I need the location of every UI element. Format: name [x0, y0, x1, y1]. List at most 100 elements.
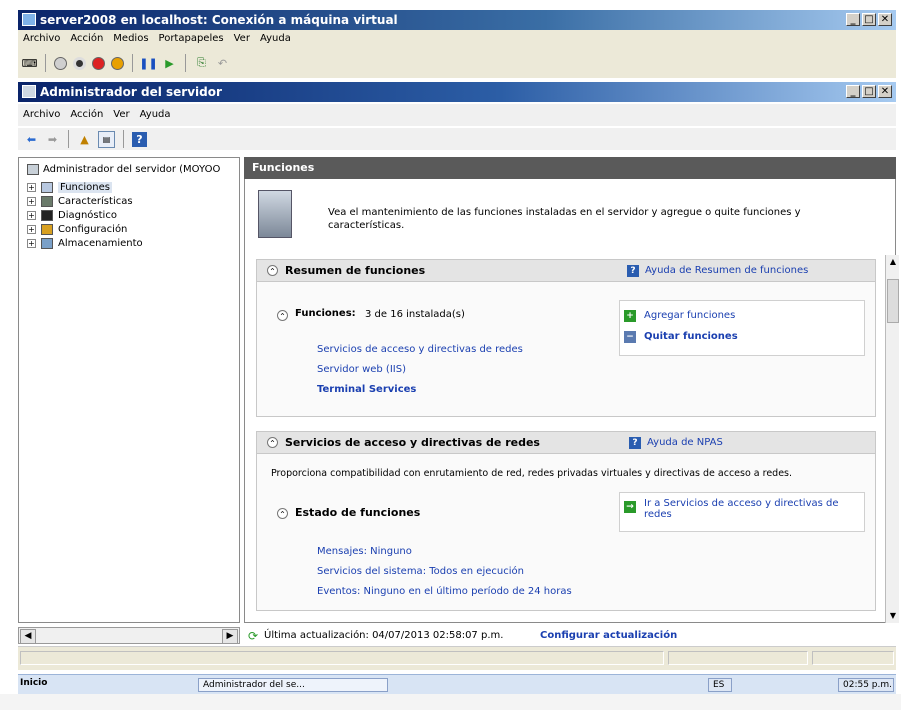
resume-icon[interactable]: ▶ — [162, 56, 177, 71]
language-indicator[interactable]: ES — [708, 678, 732, 692]
collapse-chevron-icon[interactable]: ⌃ — [267, 265, 278, 276]
roles-count-value: 3 de 16 instalada(s) — [365, 309, 465, 320]
toolbar-separator — [123, 130, 124, 148]
tree-item-diagnostico[interactable]: + Diagnóstico — [27, 210, 117, 221]
roles-count-label: Funciones: — [295, 308, 356, 319]
roles-summary-panel: ⌃ Resumen de funciones ? Ayuda de Resume… — [256, 259, 876, 417]
role-link-iis[interactable]: Servidor web (IIS) — [317, 364, 406, 375]
tree-item-caracteristicas[interactable]: + Características — [27, 196, 133, 207]
role-link-terminal-services[interactable]: Terminal Services — [317, 384, 416, 395]
toolbar-separator — [45, 54, 46, 72]
toolbar-separator — [185, 54, 186, 72]
server-icon — [27, 164, 39, 175]
scroll-up-icon[interactable]: ▲ — [887, 256, 899, 268]
roles-summary-help-link[interactable]: Ayuda de Resumen de funciones — [645, 265, 808, 276]
storage-icon — [41, 238, 53, 249]
scroll-right-icon[interactable]: ▶ — [222, 629, 238, 644]
intro-section: Vea el mantenimiento de las funciones in… — [258, 190, 878, 244]
tree-root-label: Administrador del servidor (MOYOO — [43, 164, 221, 175]
turn-off-icon[interactable] — [73, 56, 86, 70]
sm-menu-ver[interactable]: Ver — [108, 104, 134, 126]
roles-summary-header: ⌃ Resumen de funciones ? Ayuda de Resume… — [257, 260, 875, 282]
goto-npas-link[interactable]: Ir a Servicios de acceso y directivas de… — [644, 498, 854, 520]
configure-refresh-link[interactable]: Configurar actualización — [540, 630, 677, 641]
sm-menu-accion[interactable]: Acción — [65, 104, 108, 126]
toolbar-separator — [68, 130, 69, 148]
sm-minimize-button[interactable]: _ — [846, 85, 860, 98]
events-status-link[interactable]: Eventos: Ninguno en el último período de… — [317, 586, 572, 597]
back-arrow-icon[interactable]: ⬅ — [24, 132, 39, 147]
vm-minimize-button[interactable]: _ — [846, 13, 860, 26]
expand-toggle[interactable]: + — [27, 225, 36, 234]
npas-help-link[interactable]: Ayuda de NPAS — [647, 437, 723, 448]
server-manager-icon — [22, 85, 36, 98]
pause-icon[interactable]: ❚❚ — [139, 56, 157, 71]
server-manager-title: Administrador del servidor — [40, 85, 222, 99]
vm-toolbar: ⌨ ❚❚ ▶ ⎘ ↶ — [18, 48, 896, 78]
taskbar-window-button[interactable]: Administrador del se... — [198, 678, 388, 692]
remove-roles-link[interactable]: Quitar funciones — [644, 331, 738, 342]
role-link-npas[interactable]: Servicios de acceso y directivas de rede… — [317, 344, 523, 355]
tree-root[interactable]: Administrador del servidor (MOYOO — [27, 164, 220, 175]
expand-toggle[interactable]: + — [27, 197, 36, 206]
expand-toggle[interactable]: + — [27, 239, 36, 248]
tree-item-funciones[interactable]: + Funciones — [27, 182, 112, 193]
snapshot-icon[interactable]: ⎘ — [194, 56, 209, 71]
role-status-title: Estado de funciones — [295, 506, 421, 519]
help-book-icon: ? — [627, 265, 639, 277]
vm-maximize-button[interactable]: □ — [862, 13, 876, 26]
sm-close-button[interactable]: ✕ — [878, 85, 892, 98]
vm-menu-ayuda[interactable]: Ayuda — [255, 30, 296, 48]
tree-item-label: Funciones — [58, 182, 112, 193]
shutdown-icon[interactable] — [92, 56, 105, 70]
expand-toggle[interactable]: + — [27, 211, 36, 220]
intro-text: Vea el mantenimiento de las funciones in… — [328, 207, 801, 231]
save-state-icon[interactable] — [111, 56, 124, 70]
ctrl-alt-del-icon[interactable]: ⌨ — [22, 56, 38, 71]
content-vertical-scrollbar[interactable]: ▲ ▼ — [885, 255, 899, 623]
content-header: Funciones — [244, 157, 896, 179]
vm-menu-portapapeles[interactable]: Portapapeles — [154, 30, 229, 48]
system-services-link[interactable]: Servicios del sistema: Todos en ejecució… — [317, 566, 524, 577]
vm-menu-medios[interactable]: Medios — [108, 30, 153, 48]
tree-item-almacenamiento[interactable]: + Almacenamiento — [27, 238, 143, 249]
vm-menu-archivo[interactable]: Archivo — [18, 30, 65, 48]
refresh-icon[interactable]: ⟳ — [248, 629, 258, 643]
last-update-text: Última actualización: 04/07/2013 02:58:0… — [264, 630, 504, 641]
toolbar-separator — [132, 54, 133, 72]
status-cell — [20, 651, 664, 665]
vm-menu-accion[interactable]: Acción — [65, 30, 108, 48]
revert-icon[interactable]: ↶ — [215, 56, 230, 71]
sm-menu-archivo[interactable]: Archivo — [18, 104, 65, 126]
collapse-chevron-icon[interactable]: ⌃ — [267, 437, 278, 448]
up-folder-icon[interactable]: ▲ — [77, 132, 92, 147]
scrollbar-thumb[interactable] — [887, 279, 899, 323]
start-button[interactable]: Inicio — [20, 678, 47, 688]
add-roles-link[interactable]: Agregar funciones — [644, 310, 735, 321]
vm-menu-ver[interactable]: Ver — [229, 30, 255, 48]
content-footer: ⟳ Última actualización: 04/07/2013 02:58… — [244, 627, 896, 644]
show-hide-tree-icon[interactable]: ▤ — [98, 130, 115, 148]
tree-item-configuracion[interactable]: + Configuración — [27, 224, 127, 235]
vm-connection-icon — [22, 13, 36, 26]
sm-menu-ayuda[interactable]: Ayuda — [135, 104, 176, 126]
vm-close-button[interactable]: ✕ — [878, 13, 892, 26]
sm-maximize-button[interactable]: □ — [862, 85, 876, 98]
start-vm-icon[interactable] — [54, 56, 67, 70]
scroll-down-icon[interactable]: ▼ — [887, 610, 899, 622]
messages-status-link[interactable]: Mensajes: Ninguno — [317, 546, 412, 557]
forward-arrow-icon[interactable]: ➡ — [45, 132, 60, 147]
tree-horizontal-scrollbar[interactable]: ◀ ▶ — [18, 627, 240, 644]
collapse-chevron-icon[interactable]: ⌃ — [277, 508, 288, 519]
tree-item-label: Diagnóstico — [58, 210, 117, 221]
expand-toggle[interactable]: + — [27, 183, 36, 192]
sm-toolbar: ⬅ ➡ ▲ ▤ ? — [18, 128, 896, 150]
collapse-chevron-icon[interactable]: ⌃ — [277, 310, 288, 321]
scroll-left-icon[interactable]: ◀ — [20, 629, 36, 644]
vm-window-titlebar: server2008 en localhost: Conexión a máqu… — [18, 10, 896, 30]
npas-panel: ⌃ Servicios de acceso y directivas de re… — [256, 431, 876, 611]
roles-icon — [41, 182, 53, 193]
taskbar-clock: 02:55 p.m. — [838, 678, 894, 692]
help-icon[interactable]: ? — [132, 131, 147, 147]
status-cell — [668, 651, 808, 665]
